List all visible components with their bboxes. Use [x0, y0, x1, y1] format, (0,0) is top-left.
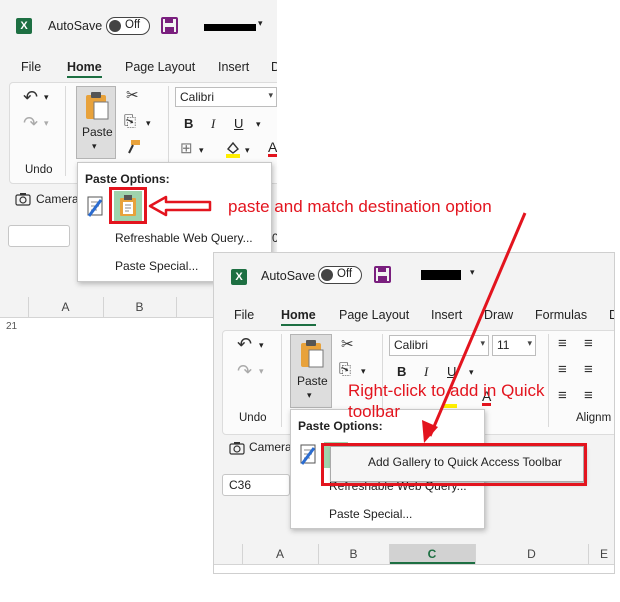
annotation-arrow-icon [422, 212, 527, 443]
